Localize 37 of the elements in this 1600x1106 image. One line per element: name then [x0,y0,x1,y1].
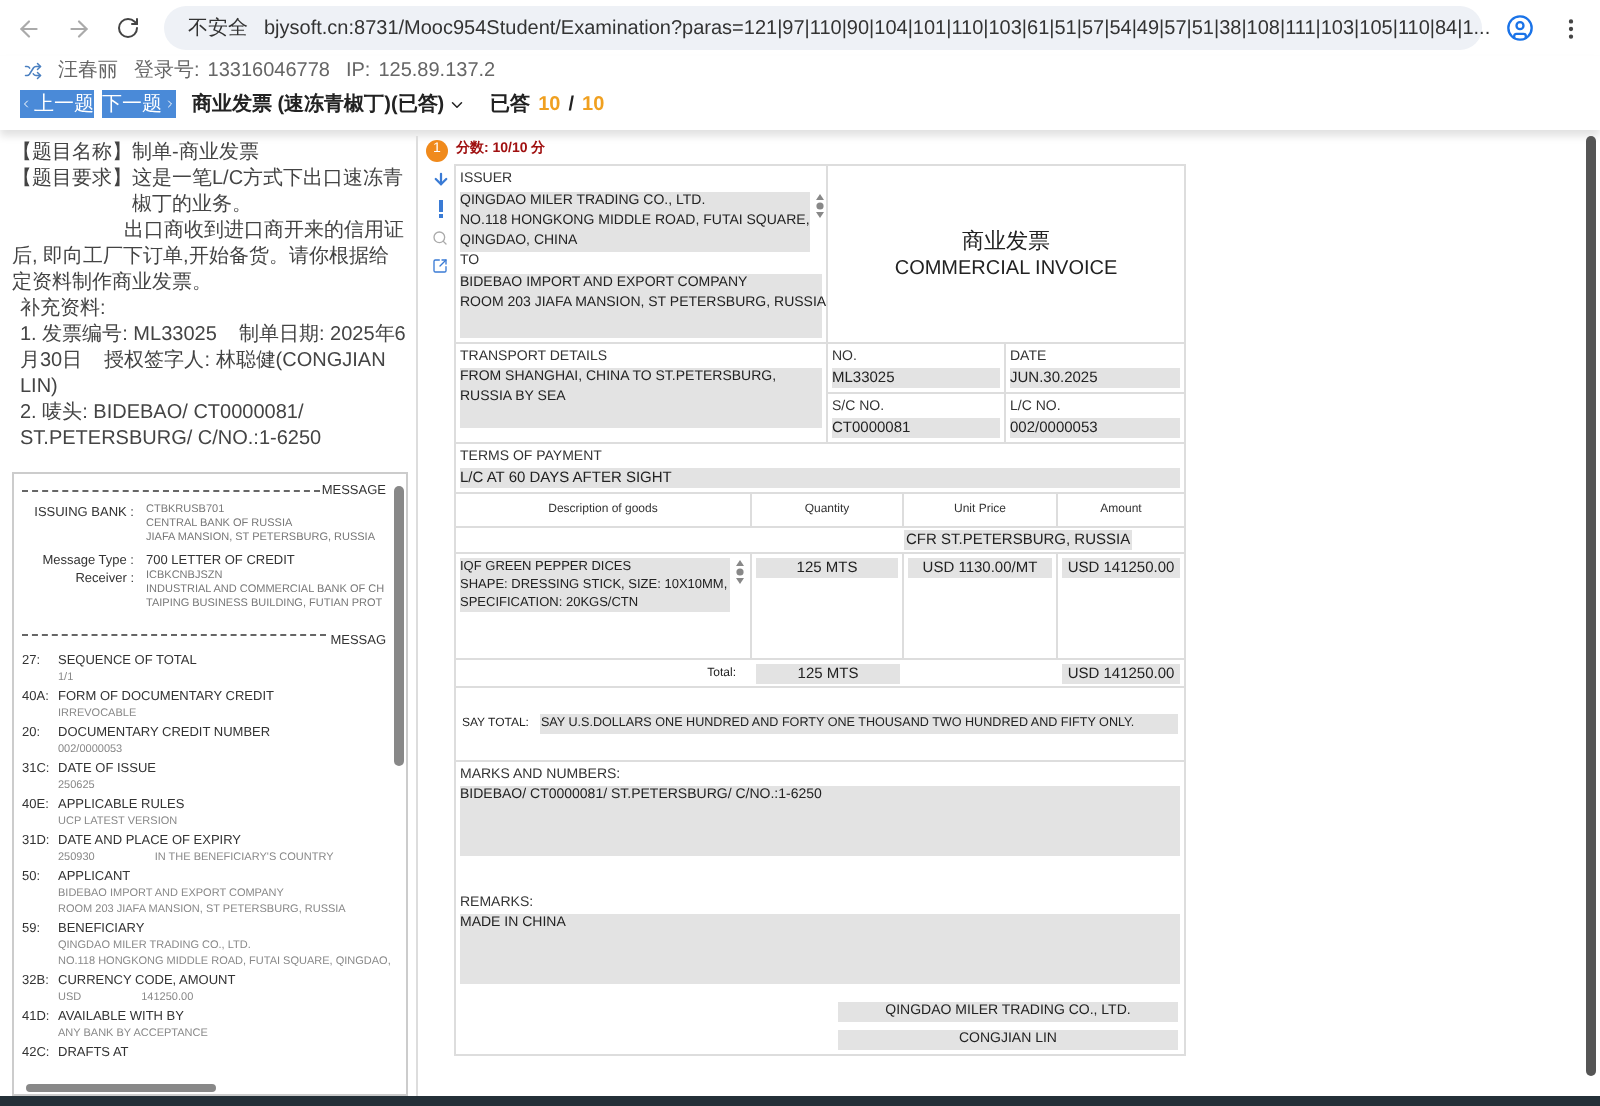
login-label: 登录号: [134,58,200,86]
back-icon[interactable] [16,15,42,41]
requirement-text: 出口商收到进口商开来的信用证后, 即向工厂下订单,开始备货。请你根据给定资料制作商业发票。 [12,218,406,296]
question-dropdown[interactable]: 商业发票 (速冻青椒丁)(已答) [192,89,467,119]
ip-address: 125.89.137.2 [378,58,496,86]
previous-button[interactable]: 上一题 [20,90,94,118]
forward-icon[interactable] [66,15,92,41]
chevron-left-icon [20,96,32,112]
login-number: 13316046778 [207,58,330,86]
user-name: 汪春丽 [58,58,118,86]
invoice-title-english: COMMERCIAL INVOICE [894,255,1118,281]
supplement-item: 2. 唛头: BIDEBAO/ CT0000081/ ST.PETERSBURG/ C/NO.:1-6250 [18,400,324,452]
chevron-right-icon [164,96,176,112]
count-separator: / [568,91,575,119]
question-name-label: 【题目名称】 [12,140,132,166]
supplement-title: 补充资料: [18,296,108,322]
supplement-item: 1. 发票编号: ML33025 制单日期: 2025年6月30日 授权签字人: 林聪健(CONGJIAN LIN) [18,322,408,400]
logo-icon [24,62,42,80]
answered-label: 已答 [490,91,531,119]
profile-icon[interactable] [1506,14,1534,42]
search-icon[interactable] [432,230,448,246]
security-label: 不安全 [188,15,248,43]
answered-count: 10 [538,91,561,119]
share-icon[interactable] [432,258,448,274]
ip-label: IP: [345,58,371,86]
horizontal-scrollbar[interactable] [26,1084,216,1092]
vertical-scrollbar[interactable] [394,486,404,766]
invoice-title-chinese: 商业发票 [962,227,1050,255]
exclamation-icon[interactable] [437,200,443,218]
download-arrow-icon[interactable] [431,170,449,188]
requirement-text: 这是一笔L/C方式下出口速冻青椒丁的业务。 [132,166,406,218]
requirement-label: 【题目要求】 [12,166,132,194]
next-button[interactable]: 下一题 [102,90,176,118]
reload-icon[interactable] [116,16,140,40]
question-name: 制单-商业发票 [132,140,259,166]
total-count: 10 [582,91,605,119]
page-scrollbar[interactable] [1586,136,1596,1076]
